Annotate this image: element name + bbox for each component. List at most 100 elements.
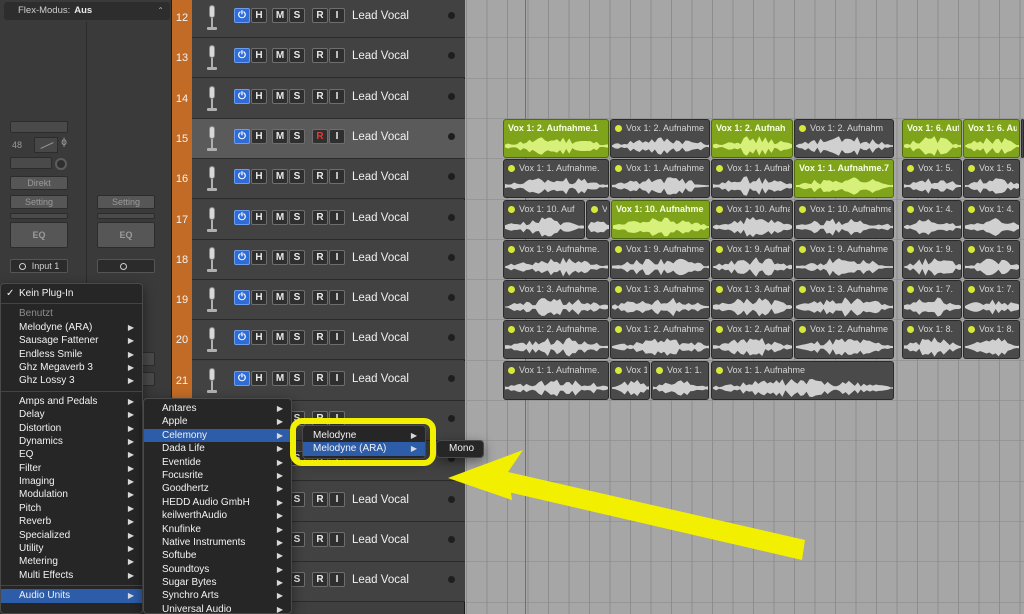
- record-enable-button[interactable]: R: [312, 290, 328, 306]
- audio-region[interactable]: Vox 1: 9. Aufnahme.: [503, 239, 609, 279]
- setting-button-left[interactable]: Setting: [10, 195, 68, 209]
- mute-button[interactable]: M: [272, 370, 288, 386]
- mute-button[interactable]: M: [272, 48, 288, 64]
- menu-item-recent-plugin[interactable]: Ghz Lossy 3 ▶: [1, 374, 142, 387]
- track-name[interactable]: Lead Vocal: [352, 562, 409, 598]
- menu-item-manufacturer[interactable]: Synchro Arts ▶: [144, 589, 291, 602]
- mute-button[interactable]: M: [272, 88, 288, 104]
- menu-item-manufacturer[interactable]: Focusrite ▶: [144, 469, 291, 482]
- audio-region[interactable]: Vox 1: 3. Aufnahme.: [503, 280, 609, 320]
- record-enable-button[interactable]: R: [312, 572, 328, 588]
- menu-item-manufacturer[interactable]: keilwerthAudio ▶: [144, 509, 291, 522]
- record-enable-button[interactable]: R: [312, 249, 328, 265]
- menu-item-manufacturer[interactable]: Knufinke ▶: [144, 523, 291, 536]
- menu-item-manufacturer[interactable]: Eventide ▶: [144, 456, 291, 469]
- menu-item-manufacturer[interactable]: Antares ▶: [144, 402, 291, 415]
- menu-item-category[interactable]: Filter ▶: [1, 462, 142, 475]
- track-name[interactable]: Lead Vocal: [352, 159, 409, 195]
- input-monitor-button[interactable]: I: [329, 128, 345, 144]
- track-name[interactable]: Lead Vocal: [352, 79, 409, 115]
- track-on-button[interactable]: ⏻: [234, 48, 250, 64]
- track-header[interactable]: 15 ⏻ H M S R I Lead Vocal: [176, 118, 465, 159]
- audio-region[interactable]: Vox 1: 2. Aufnahme.: [503, 320, 609, 360]
- track-header[interactable]: 21 ⏻ H M S R I Lead Vocal: [176, 360, 465, 401]
- audio-region[interactable]: Vox 1: 8.: [902, 320, 962, 360]
- solo-button[interactable]: S: [289, 48, 305, 64]
- pan-knob[interactable]: [55, 158, 67, 170]
- input-monitor-button[interactable]: I: [329, 48, 345, 64]
- track-name[interactable]: Lead Vocal: [352, 280, 409, 316]
- mute-button[interactable]: M: [272, 330, 288, 346]
- hide-button[interactable]: H: [251, 249, 267, 265]
- mute-button[interactable]: M: [272, 169, 288, 185]
- solo-button[interactable]: S: [289, 370, 305, 386]
- menu-item-manufacturer[interactable]: Soundtoys ▶: [144, 563, 291, 576]
- input-monitor-button[interactable]: I: [329, 88, 345, 104]
- mute-button[interactable]: M: [272, 249, 288, 265]
- hide-button[interactable]: H: [251, 88, 267, 104]
- audio-region[interactable]: V: [586, 199, 610, 239]
- track-header[interactable]: 14 ⏻ H M S R I Lead Vocal: [176, 78, 465, 119]
- menu-item-category[interactable]: Imaging ▶: [1, 475, 142, 488]
- track-header[interactable]: 16 ⏻ H M S R I Lead Vocal: [176, 159, 465, 200]
- audio-region[interactable]: Vox 1: 2. Aufnahm: [794, 118, 894, 158]
- audio-region[interactable]: Vox 1: 3. Aufnahme: [711, 280, 793, 320]
- menu-item-recent-plugin[interactable]: Endless Smile ▶: [1, 348, 142, 361]
- menu-item-manufacturer[interactable]: Celemony ▶: [144, 428, 291, 443]
- audio-region[interactable]: Vox 1: 10. Aufnahme: [711, 199, 793, 239]
- menu-item-category[interactable]: Delay ▶: [1, 408, 142, 421]
- track-header[interactable]: 20 ⏻ H M S R I Lead Vocal: [176, 320, 465, 361]
- hide-button[interactable]: H: [251, 128, 267, 144]
- track-name[interactable]: Lead Vocal: [352, 361, 409, 397]
- audio-region[interactable]: Vox 1: 7.: [902, 280, 962, 320]
- record-enable-button[interactable]: R: [312, 531, 328, 547]
- track-header[interactable]: 18 ⏻ H M S R I Lead Vocal: [176, 239, 465, 280]
- menu-item-manufacturer[interactable]: Goodhertz ▶: [144, 482, 291, 495]
- mute-button[interactable]: M: [272, 290, 288, 306]
- audio-region[interactable]: Vox 1: 4.: [902, 199, 962, 239]
- menu-item-manufacturer[interactable]: Sugar Bytes ▶: [144, 576, 291, 589]
- menu-item-category[interactable]: Amps and Pedals ▶: [1, 395, 142, 408]
- menu-item-recent-plugin[interactable]: Melodyne (ARA) ▶: [1, 321, 142, 334]
- audio-region[interactable]: Vox 1: 9.: [963, 239, 1020, 279]
- track-on-button[interactable]: ⏻: [234, 370, 250, 386]
- track-header[interactable]: 12 ⏻ H M S R I Lead Vocal: [176, 0, 465, 38]
- menu-item-category[interactable]: Reverb ▶: [1, 515, 142, 528]
- audio-region[interactable]: Vox 1: 1. Aufnahme: [711, 360, 894, 400]
- track-header[interactable]: 17 ⏻ H M S R I Lead Vocal: [176, 199, 465, 240]
- audio-region[interactable]: Vox 1: 7.: [963, 280, 1020, 320]
- eq-display-right[interactable]: EQ: [97, 222, 155, 248]
- mute-button[interactable]: M: [272, 128, 288, 144]
- track-on-button[interactable]: ⏻: [234, 169, 250, 185]
- audio-region[interactable]: Vox 1: 1. Aufnahme.: [503, 360, 609, 400]
- menu-item-category[interactable]: Specialized ▶: [1, 529, 142, 542]
- track-on-button[interactable]: ⏻: [234, 8, 250, 23]
- menu-item-category[interactable]: Utility ▶: [1, 542, 142, 555]
- menu-item-audio-units[interactable]: Audio Units ▶: [1, 589, 142, 603]
- track-name[interactable]: Lead Vocal: [352, 0, 409, 34]
- track-name[interactable]: Lead Vocal: [352, 320, 409, 356]
- menu-item-category[interactable]: EQ ▶: [1, 448, 142, 461]
- solo-button[interactable]: S: [289, 88, 305, 104]
- audio-region[interactable]: Vox 1: 1. Aufnahme.: [503, 159, 609, 199]
- audio-region[interactable]: Vox 1: 1.: [651, 360, 709, 400]
- phase-invert-icon[interactable]: ϕ: [58, 137, 70, 153]
- audio-region[interactable]: Vox 1: 4.: [963, 199, 1020, 239]
- track-name[interactable]: Lead Vocal: [352, 200, 409, 236]
- pan-field[interactable]: [10, 157, 52, 169]
- input-monitor-button[interactable]: I: [329, 531, 345, 547]
- audio-region[interactable]: Vox 1: 2. Aufnahme: [711, 320, 793, 360]
- menu-item-category[interactable]: Distortion ▶: [1, 422, 142, 435]
- track-header[interactable]: 19 ⏻ H M S R I Lead Vocal: [176, 280, 465, 321]
- track-on-button[interactable]: ⏻: [234, 88, 250, 104]
- direct-button[interactable]: Direkt: [10, 176, 68, 190]
- menu-item-recent-plugin[interactable]: Ghz Megaverb 3 ▶: [1, 361, 142, 374]
- menu-item-category[interactable]: Metering ▶: [1, 555, 142, 568]
- hide-button[interactable]: H: [251, 169, 267, 185]
- input-monitor-button[interactable]: I: [329, 249, 345, 265]
- track-name[interactable]: Lead Vocal: [352, 522, 409, 558]
- solo-button[interactable]: S: [289, 8, 305, 23]
- hide-button[interactable]: H: [251, 8, 267, 23]
- track-name[interactable]: Lead Vocal: [352, 240, 409, 276]
- eq-display-left[interactable]: EQ: [10, 222, 68, 248]
